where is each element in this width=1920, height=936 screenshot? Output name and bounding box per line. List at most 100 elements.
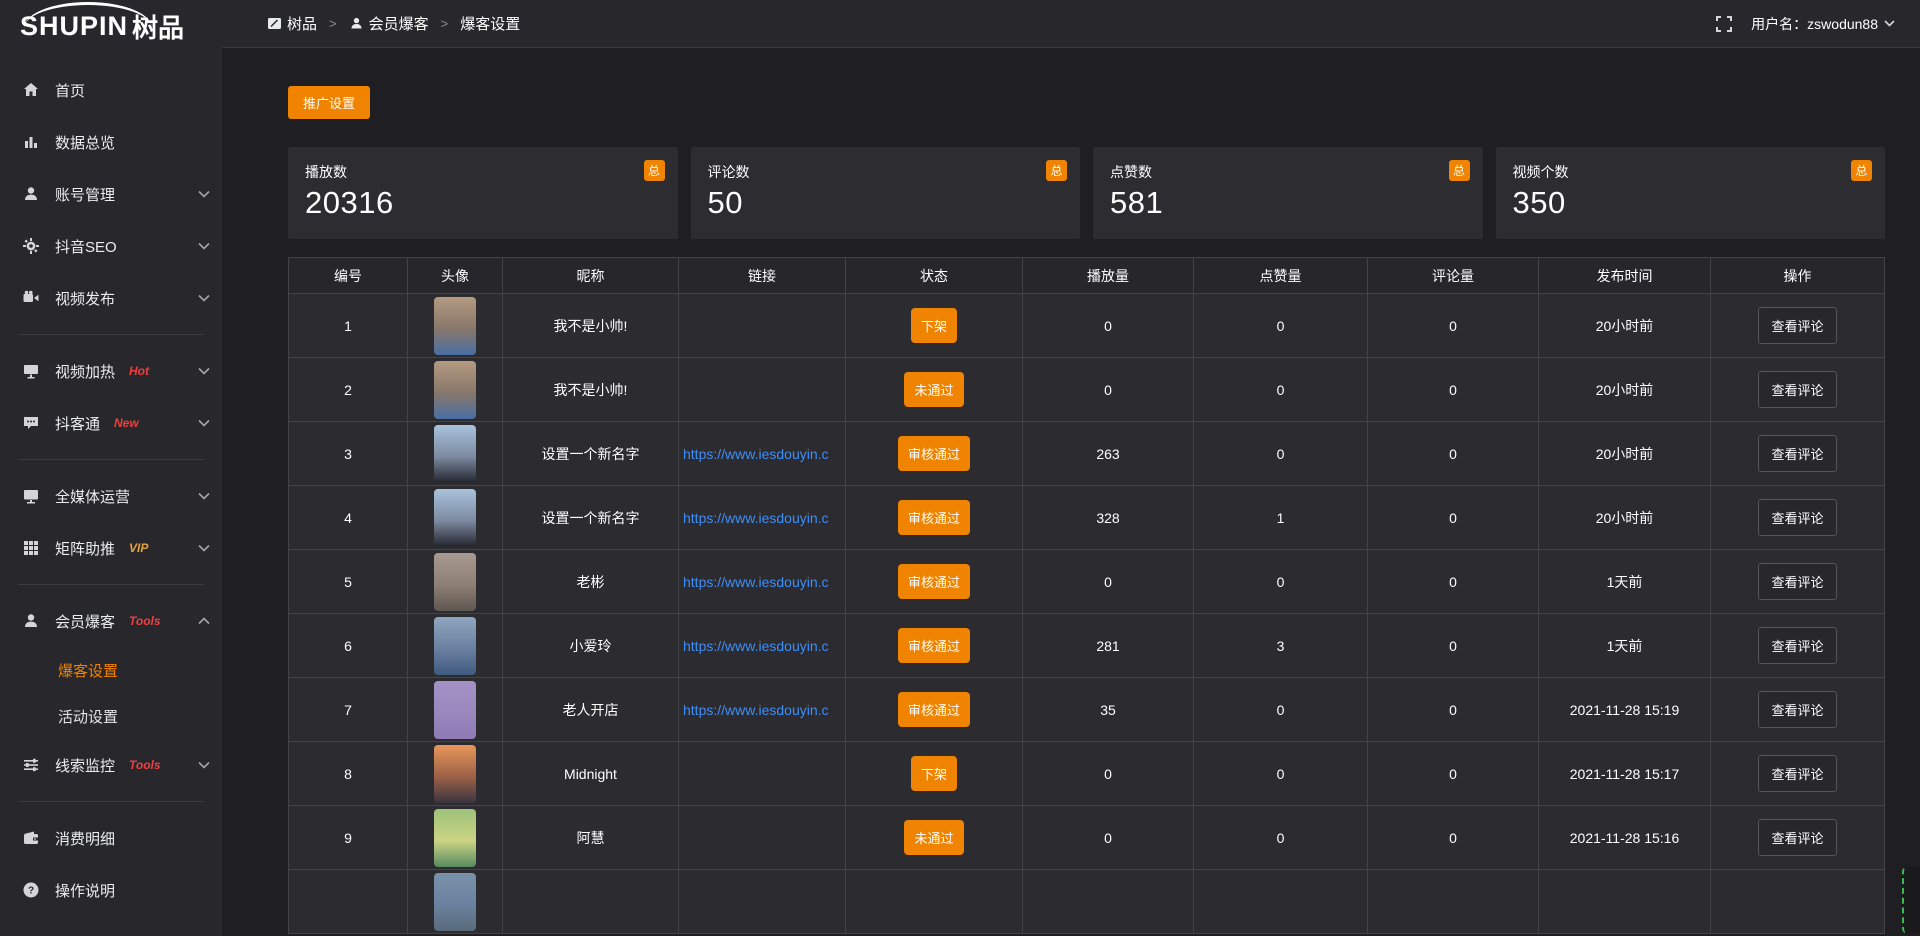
chevron-up-icon (198, 617, 210, 625)
cell-nickname: 设置一个新名字 (503, 422, 679, 486)
cell-plays: 328 (1023, 486, 1194, 550)
view-comments-button[interactable]: 查看评论 (1758, 691, 1836, 728)
cell-status: 未通过 (846, 358, 1023, 422)
cell-number (289, 870, 408, 934)
sidebar-item-6[interactable]: 视频加热Hot (0, 345, 222, 397)
question-circle-icon: ? (22, 881, 40, 899)
table-row: 9阿慧未通过0002021-11-28 15:16查看评论 (289, 806, 1885, 870)
view-comments-button[interactable]: 查看评论 (1758, 435, 1836, 472)
promo-settings-button[interactable]: 推广设置 (288, 86, 370, 119)
cell-action: 查看评论 (1711, 550, 1885, 614)
grid-icon (22, 539, 40, 557)
cell-action: 查看评论 (1711, 486, 1885, 550)
username-dropdown[interactable]: 用户名：zswodun88 (1751, 14, 1895, 34)
sidebar-subitem[interactable]: 活动设置 (0, 693, 222, 739)
cell-status: 审核通过 (846, 678, 1023, 742)
status-badge[interactable]: 审核通过 (898, 436, 970, 471)
cell-time: 20小时前 (1539, 422, 1711, 486)
topbar: 树品 > 会员爆客 > 爆客设置 用户名：zswodun88 (222, 0, 1920, 48)
cell-number: 3 (289, 422, 408, 486)
sidebar-item-label: 矩阵助推 (55, 538, 115, 559)
svg-text:?: ? (28, 886, 34, 897)
status-badge[interactable]: 下架 (911, 308, 957, 343)
sidebar-item-13[interactable]: ? 操作说明 (0, 864, 222, 916)
video-link[interactable]: https://www.iesdouyin.c (683, 510, 829, 526)
cell-number: 4 (289, 486, 408, 550)
cell-action: 查看评论 (1711, 358, 1885, 422)
sidebar-item-4[interactable]: 抖音SEO (0, 220, 222, 272)
cell-link: https://www.iesdouyin.c (679, 550, 846, 614)
floating-service-widget[interactable] (1902, 866, 1920, 934)
breadcrumb-item-2[interactable]: 会员爆客 (349, 13, 429, 34)
cell-status: 审核通过 (846, 422, 1023, 486)
status-badge[interactable]: 审核通过 (898, 500, 970, 535)
sidebar-item-7[interactable]: 抖客通New (0, 397, 222, 449)
breadcrumb-item-1[interactable]: 树品 (267, 13, 317, 34)
sidebar-item-12[interactable]: 消费明细 (0, 812, 222, 864)
main-area: 树品 > 会员爆客 > 爆客设置 用户名：zswodun88 推广设置 播放数20316… (222, 0, 1920, 936)
cell-link (679, 358, 846, 422)
video-link[interactable]: https://www.iesdouyin.c (683, 446, 829, 462)
view-comments-button[interactable]: 查看评论 (1758, 627, 1836, 664)
video-link[interactable]: https://www.iesdouyin.c (683, 638, 829, 654)
table-row: 2我不是小帅!未通过00020小时前查看评论 (289, 358, 1885, 422)
sidebar-item-label: 操作说明 (55, 880, 115, 901)
sidebar-item-3[interactable]: 账号管理 (0, 168, 222, 220)
cell-comments: 0 (1368, 614, 1539, 678)
sidebar-item-5[interactable]: 视频发布 (0, 272, 222, 324)
cell-time: 1天前 (1539, 550, 1711, 614)
status-badge[interactable]: 审核通过 (898, 564, 970, 599)
chevron-down-icon (198, 761, 210, 769)
sidebar-item-2[interactable]: 数据总览 (0, 116, 222, 168)
column-header: 评论量 (1368, 258, 1539, 294)
fullscreen-icon[interactable] (1715, 15, 1733, 33)
breadcrumb-separator: > (329, 16, 337, 31)
cell-likes: 0 (1194, 294, 1368, 358)
cell-avatar (408, 678, 503, 742)
avatar (434, 425, 476, 483)
column-header: 头像 (408, 258, 503, 294)
breadcrumb-separator: > (441, 16, 449, 31)
cell-time: 1天前 (1539, 614, 1711, 678)
status-badge[interactable]: 下架 (911, 756, 957, 791)
sidebar-item-1[interactable]: 首页 (0, 64, 222, 116)
status-badge[interactable]: 未通过 (904, 820, 963, 855)
sidebar-item-8[interactable]: 全媒体运营 (0, 470, 222, 522)
video-link[interactable]: https://www.iesdouyin.c (683, 702, 829, 718)
cell-number: 1 (289, 294, 408, 358)
breadcrumb-item-3[interactable]: 爆客设置 (460, 13, 520, 34)
cell-likes: 0 (1194, 678, 1368, 742)
view-comments-button[interactable]: 查看评论 (1758, 499, 1836, 536)
view-comments-button[interactable]: 查看评论 (1758, 755, 1836, 792)
sidebar-item-9[interactable]: 矩阵助推VIP (0, 522, 222, 574)
cell-action: 查看评论 (1711, 678, 1885, 742)
column-header: 播放量 (1023, 258, 1194, 294)
sidebar-item-label: 消费明细 (55, 828, 115, 849)
status-badge[interactable]: 未通过 (904, 372, 963, 407)
cell-plays: 35 (1023, 678, 1194, 742)
stat-card-2: 评论数50总 (691, 147, 1081, 239)
view-comments-button[interactable]: 查看评论 (1758, 563, 1836, 600)
cell-time: 2021-11-28 15:19 (1539, 678, 1711, 742)
status-badge[interactable]: 审核通过 (898, 628, 970, 663)
screen-hot-icon (22, 362, 40, 380)
sidebar-subitem[interactable]: 爆客设置 (0, 647, 222, 693)
view-comments-button[interactable]: 查看评论 (1758, 819, 1836, 856)
sidebar-item-10[interactable]: 会员爆客Tools (0, 595, 222, 647)
column-header: 发布时间 (1539, 258, 1711, 294)
table-header: 编号头像昵称链接状态播放量点赞量评论量发布时间操作 (289, 258, 1885, 294)
view-comments-button[interactable]: 查看评论 (1758, 371, 1836, 408)
video-link[interactable]: https://www.iesdouyin.c (683, 574, 829, 590)
sidebar-item-label: 首页 (55, 80, 85, 101)
monitor-icon (22, 487, 40, 505)
table-row: 4设置一个新名字https://www.iesdouyin.c审核通过32810… (289, 486, 1885, 550)
stat-card-3: 点赞数581总 (1093, 147, 1483, 239)
stat-card-1: 播放数20316总 (288, 147, 678, 239)
view-comments-button[interactable]: 查看评论 (1758, 307, 1836, 344)
cell-avatar (408, 742, 503, 806)
sidebar-item-label: 视频发布 (55, 288, 115, 309)
cell-nickname: 小爱玲 (503, 614, 679, 678)
status-badge[interactable]: 审核通过 (898, 692, 970, 727)
cell-likes: 0 (1194, 806, 1368, 870)
sidebar-item-11[interactable]: 线索监控Tools (0, 739, 222, 791)
